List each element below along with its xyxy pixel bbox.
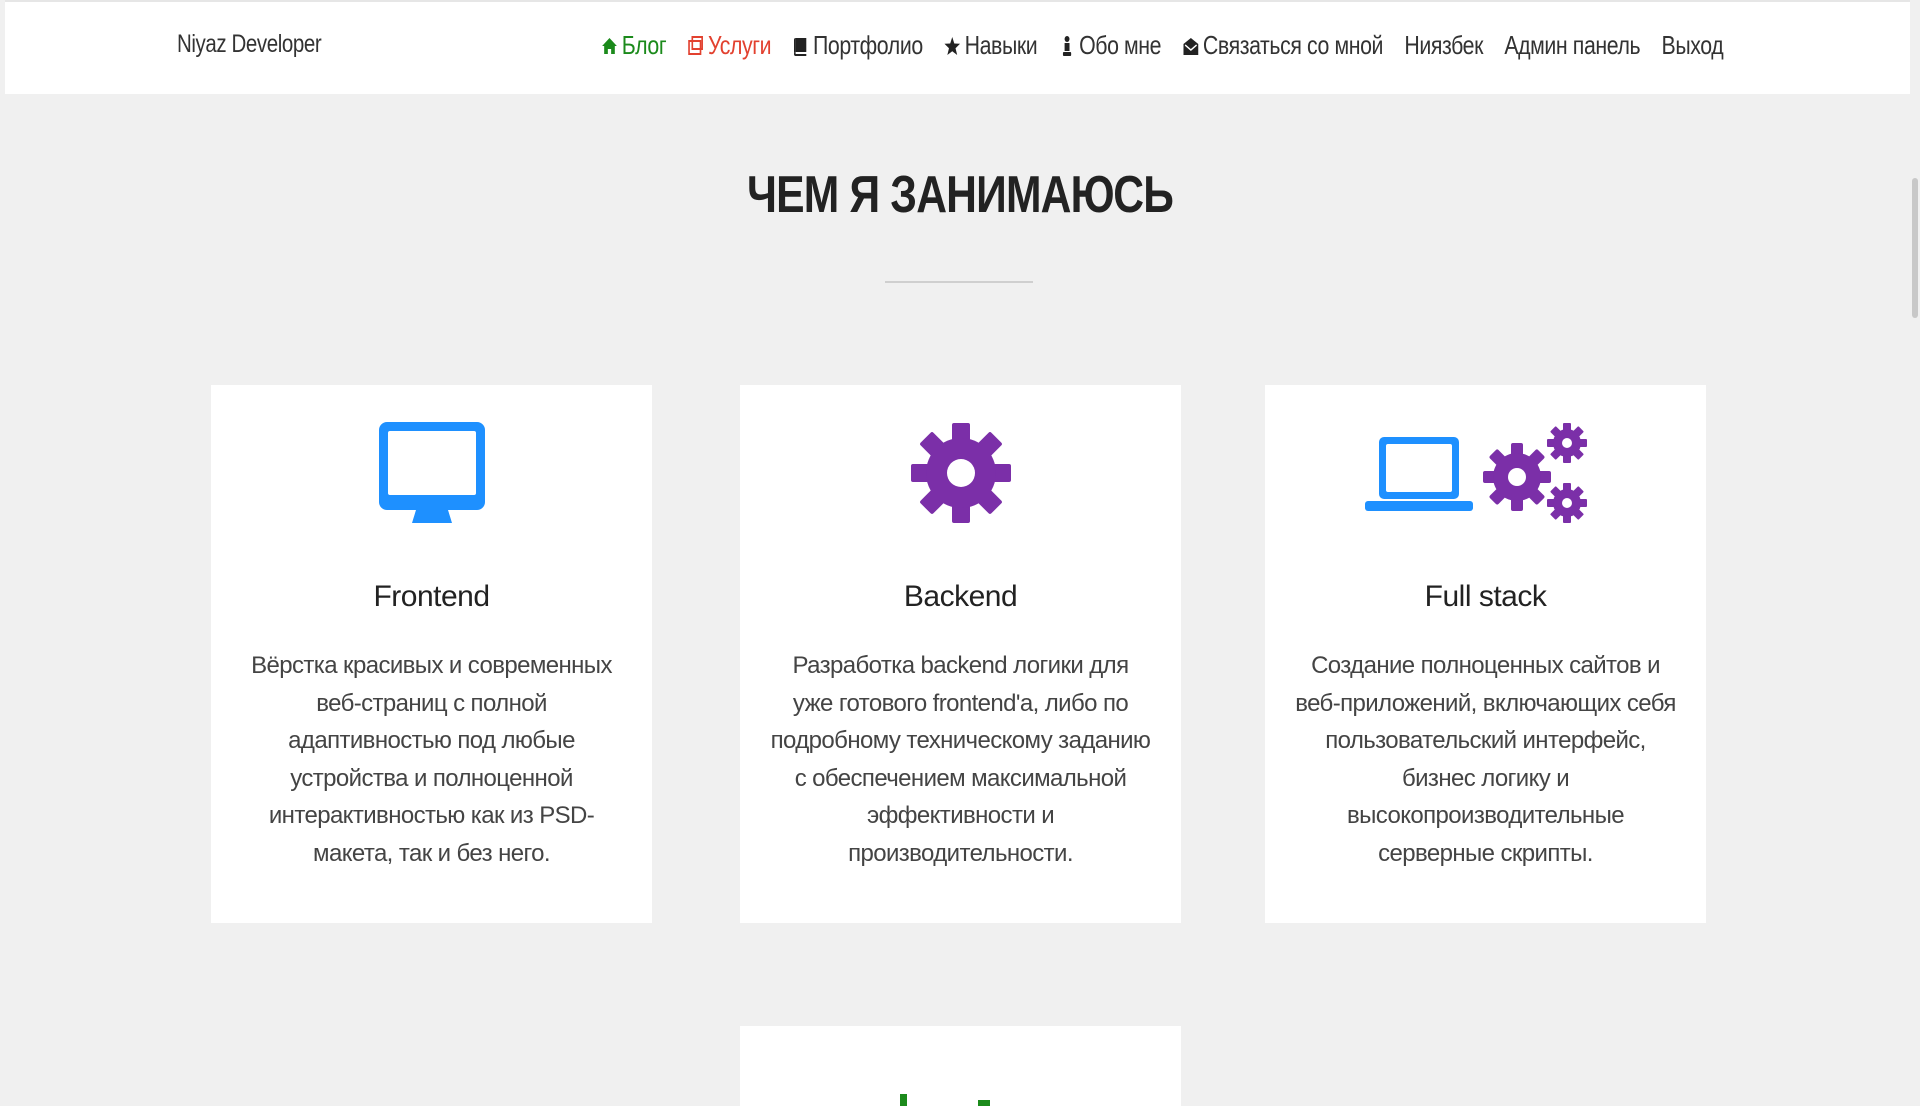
service-card-frontend: Frontend Вёрстка красивых и современных …	[211, 385, 652, 923]
chart-icon	[900, 1094, 990, 1106]
nav-label: Ниязбек	[1404, 30, 1483, 60]
book-icon	[792, 35, 808, 57]
nav-item-skills[interactable]: Навыки	[944, 30, 1037, 61]
nav-item-user[interactable]: Ниязбек	[1404, 30, 1483, 61]
services-icon	[687, 35, 703, 57]
nav-label: Портфолио	[812, 30, 923, 60]
nav-item-contact[interactable]: Связаться со мной	[1182, 30, 1383, 61]
laptop-gears-icon	[1265, 415, 1706, 530]
gear-icon	[740, 415, 1181, 530]
top-navbar: Niyaz Developer Блог Услуги Портфолио На…	[5, 0, 1910, 94]
star-icon	[944, 35, 960, 57]
scrollbar-thumb[interactable]	[1912, 178, 1918, 318]
card-description: Вёрстка красивых и современных веб-стран…	[251, 652, 612, 867]
service-card-backend: Backend Разработка backend логики для уж…	[740, 385, 1181, 923]
nav-item-portfolio[interactable]: Портфолио	[792, 30, 923, 61]
card-title: Frontend	[373, 580, 490, 613]
nav-label: Связаться со мной	[1202, 30, 1384, 60]
nav-label: Обо мне	[1078, 30, 1161, 60]
nav-item-blog[interactable]: Блог	[601, 30, 666, 61]
nav-item-admin[interactable]: Админ панель	[1504, 30, 1640, 61]
main-nav: Блог Услуги Портфолио Навыки Обо мне Свя…	[580, 30, 1723, 61]
monitor-icon	[211, 415, 652, 530]
nav-item-logout[interactable]: Выход	[1661, 30, 1723, 61]
card-description: Разработка backend логики для уже готово…	[770, 652, 1151, 867]
nav-label: Услуги	[707, 30, 772, 60]
nav-label: Навыки	[964, 30, 1037, 60]
nav-item-services[interactable]: Услуги	[687, 30, 771, 61]
section-title: ЧЕМ Я ЗАНИМАЮСЬ	[746, 166, 1174, 224]
card-description: Создание полноценных сайтов и веб-прилож…	[1295, 652, 1676, 867]
card-title: Full stack	[1424, 580, 1547, 613]
nav-label: Блог	[621, 30, 666, 60]
nav-label: Админ панель	[1504, 30, 1640, 60]
brand-logo[interactable]: Niyaz Developer	[177, 30, 322, 59]
section-divider	[885, 281, 1033, 283]
envelope-icon	[1182, 35, 1198, 57]
service-card-fullstack: Full stack Создание полноценных сайтов и…	[1265, 385, 1706, 923]
person-icon	[1058, 35, 1074, 57]
page-scrollbar[interactable]	[1910, 0, 1920, 1080]
service-card-partial	[740, 1026, 1181, 1106]
nav-item-about[interactable]: Обо мне	[1058, 30, 1161, 61]
nav-label: Выход	[1661, 30, 1723, 60]
home-icon	[601, 35, 617, 57]
card-title: Backend	[903, 580, 1018, 613]
